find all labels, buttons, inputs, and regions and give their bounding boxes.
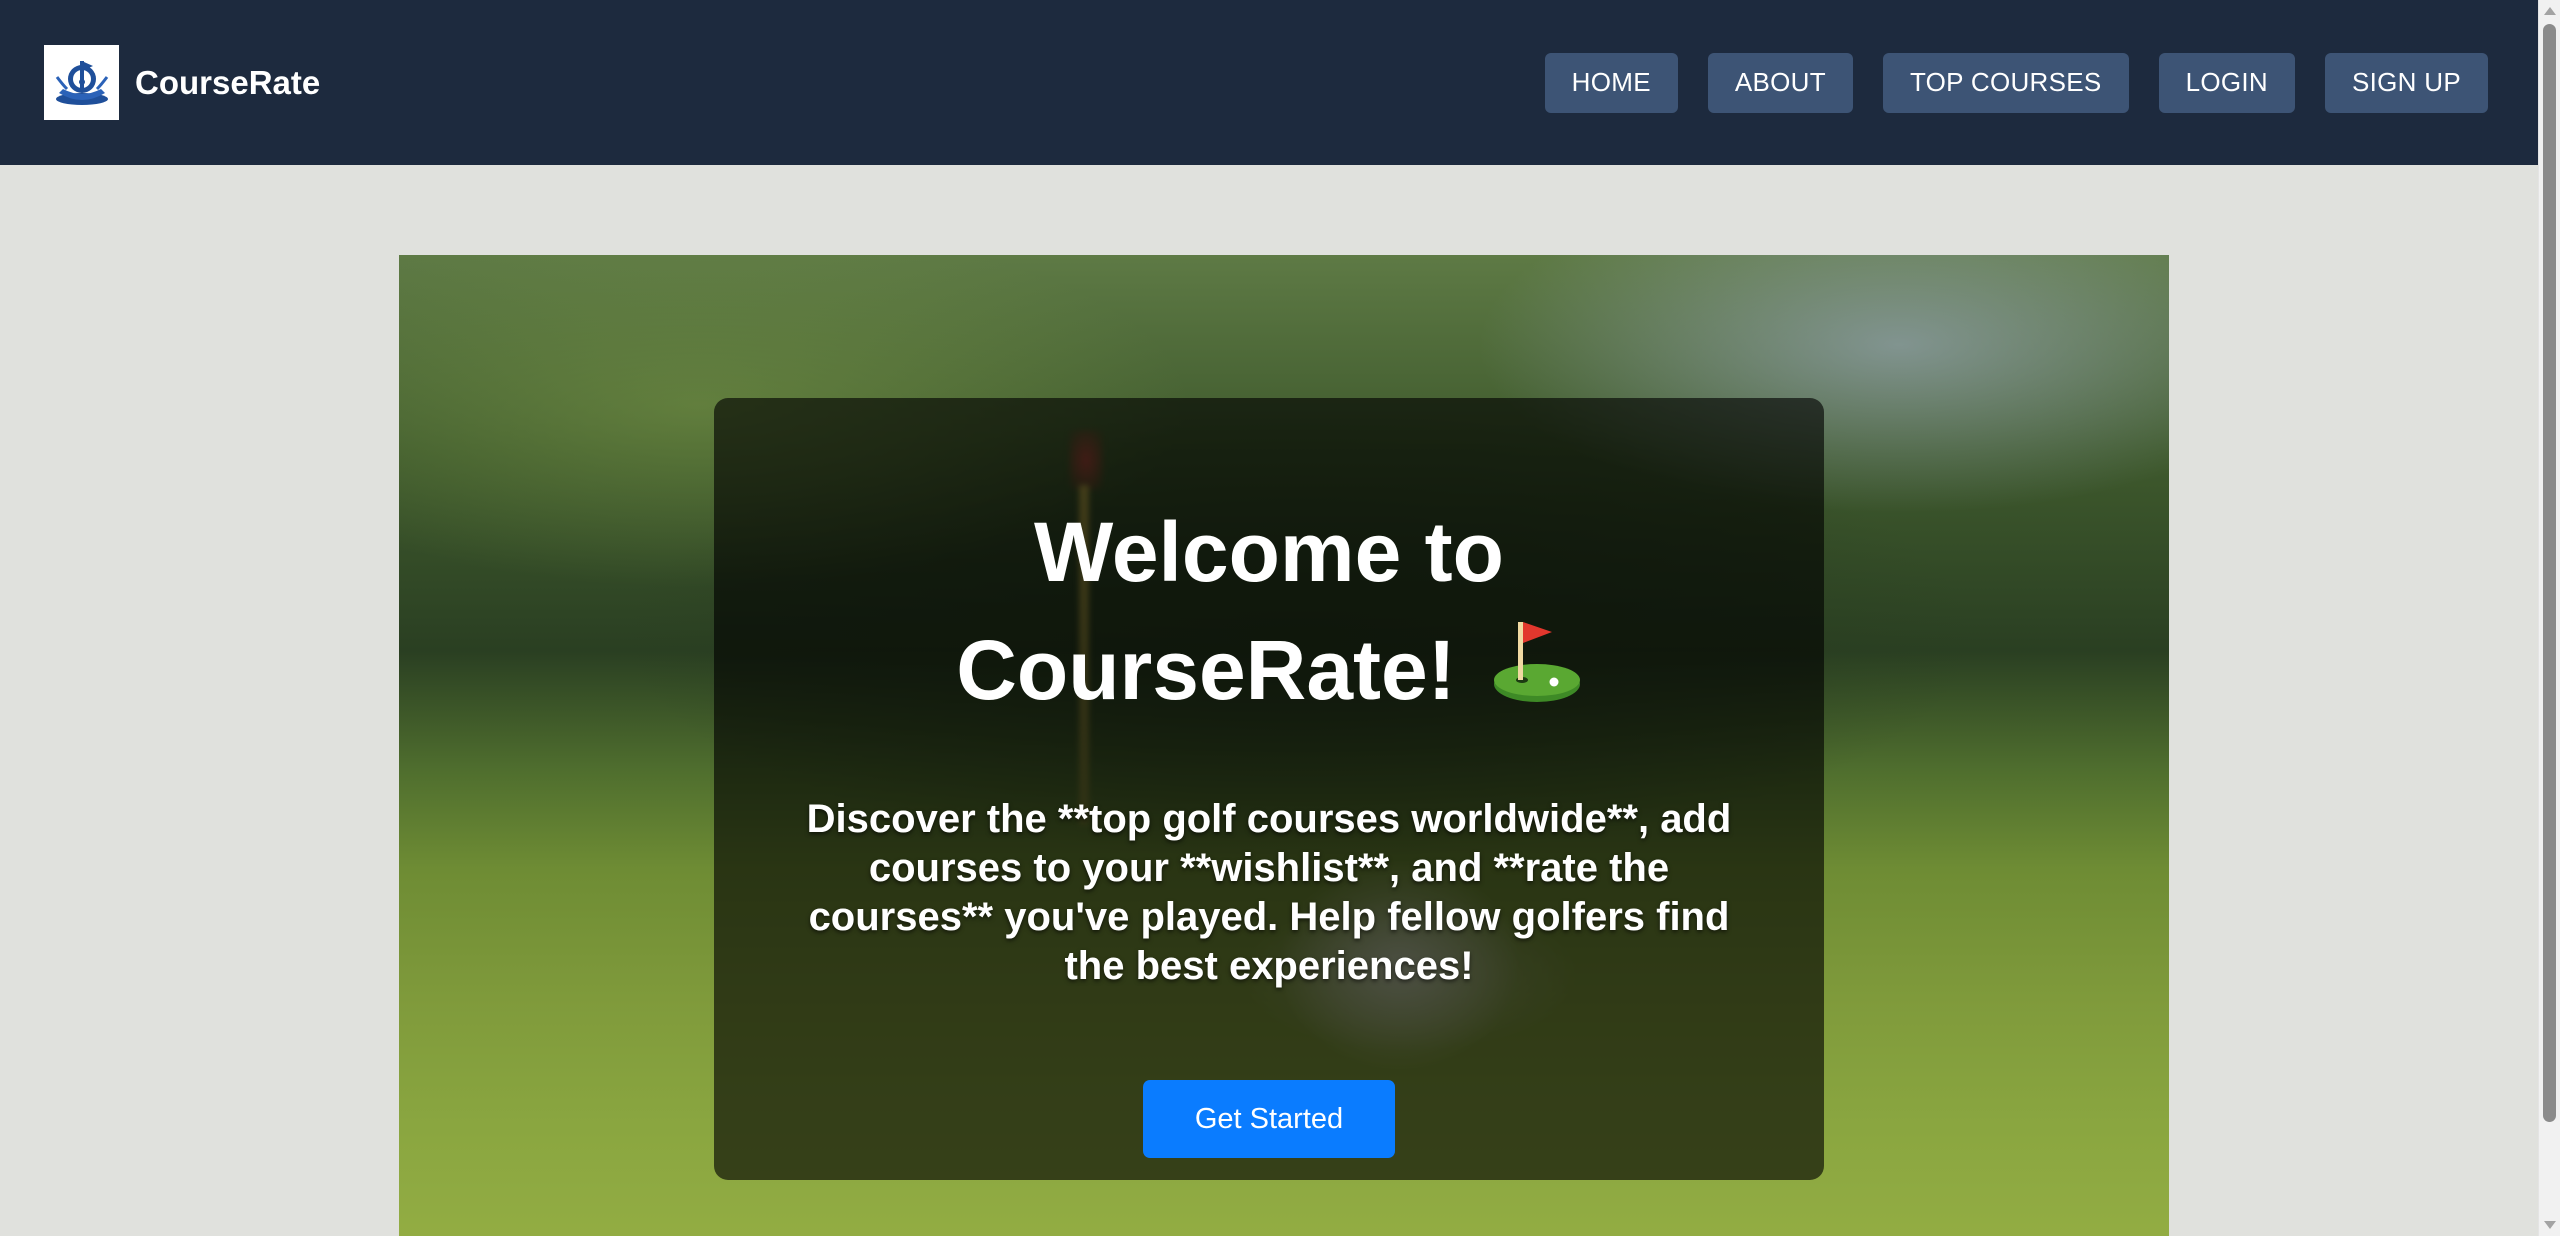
golf-flag-icon [1492, 618, 1582, 731]
hero-description: Discover the **top golf courses worldwid… [806, 797, 1732, 988]
brand-name: CourseRate [135, 63, 321, 101]
main-nav: HOME ABOUT TOP COURSES LOGIN SIGN UP [1544, 52, 2488, 113]
nav-signup-button[interactable]: SIGN UP [2324, 52, 2488, 113]
nav-login-button[interactable]: LOGIN [2158, 52, 2295, 113]
get-started-button[interactable]: Get Started [1143, 1080, 1395, 1158]
hero-section: Welcome to CourseRate! Discover the **to… [399, 255, 2169, 1236]
nav-top-courses-button[interactable]: TOP COURSES [1882, 52, 2129, 113]
top-navbar: CourseRate HOME ABOUT TOP COURSES LOGIN … [0, 0, 2538, 165]
hero-title-line1: Welcome to [1034, 505, 1504, 599]
hero-title: Welcome to CourseRate! [956, 496, 1581, 731]
hero-title-line2: CourseRate! [956, 622, 1456, 717]
nav-about-button[interactable]: ABOUT [1707, 52, 1853, 113]
scroll-down-arrow-icon[interactable] [2544, 1221, 2556, 1229]
hero-overlay-card: Welcome to CourseRate! Discover the **to… [714, 398, 1824, 1180]
logo-icon [44, 45, 119, 120]
scrollbar-thumb[interactable] [2543, 24, 2556, 1122]
vertical-scrollbar[interactable] [2538, 0, 2560, 1236]
scroll-up-arrow-icon[interactable] [2544, 7, 2556, 15]
nav-home-button[interactable]: HOME [1544, 52, 1678, 113]
brand[interactable]: CourseRate [44, 45, 320, 120]
hero-title-row: CourseRate! [956, 608, 1581, 731]
